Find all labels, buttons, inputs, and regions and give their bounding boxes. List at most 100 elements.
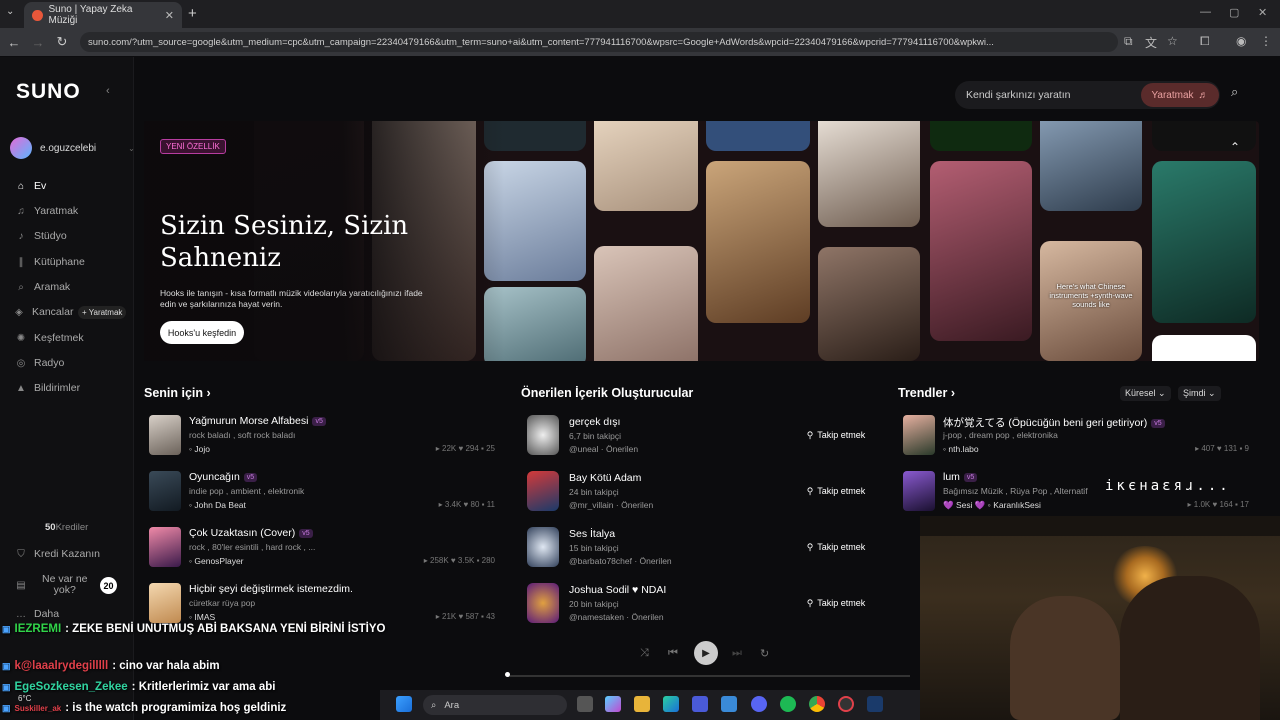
discord-icon[interactable] [751, 696, 767, 712]
shuffle-icon[interactable]: ⤨ [640, 647, 649, 660]
search-icon: ⌕ [431, 699, 437, 711]
song-title[interactable]: Hiçbir şeyi değiştirmek istemezdim. [189, 583, 353, 595]
windows-start-icon[interactable] [396, 696, 412, 712]
extensions-icon[interactable]: ⧠ [1200, 34, 1210, 49]
creator-avatar[interactable] [527, 415, 559, 455]
back-icon[interactable]: ← [2, 35, 26, 50]
tab-list-icon[interactable]: ⌄ [6, 6, 14, 17]
song-title[interactable]: 体が覚えてる (Öpücüğün beni geri getiriyor) v5 [943, 415, 1165, 430]
sidebar-item-library[interactable]: ∥ Kütüphane [16, 253, 85, 271]
progress-handle[interactable] [505, 672, 510, 677]
maximize-icon[interactable]: ▢ [1229, 6, 1239, 19]
song-title[interactable]: lum v5 [943, 471, 978, 483]
song-title[interactable]: Yağmurun Morse Alfabesi v5 [189, 415, 326, 427]
browser-tab[interactable]: Suno | Yapay Zeka Müziği ✕ [24, 2, 182, 28]
creator-name[interactable]: Bay Kötü Adam [569, 472, 641, 484]
creator-followers: 15 bin takipçi [569, 543, 619, 553]
chrome-icon[interactable] [809, 696, 825, 712]
song-cover[interactable] [149, 471, 181, 511]
hooks-create-badge[interactable]: + Yaratmak [78, 306, 127, 319]
creator-name[interactable]: Joshua Sodil ♥ NDAI [569, 584, 666, 596]
obs-icon[interactable] [838, 696, 854, 712]
song-cover[interactable] [903, 471, 935, 511]
follow-button[interactable]: ⚲ Takip etmek [796, 537, 876, 557]
minimize-icon[interactable]: — [1200, 6, 1211, 18]
creator-avatar[interactable] [527, 527, 559, 567]
app-icon[interactable] [721, 696, 737, 712]
avatar [10, 137, 32, 159]
whats-new-badge: 20 [100, 577, 117, 594]
webcam-overlay [920, 516, 1280, 720]
file-explorer-icon[interactable] [634, 696, 650, 712]
creator-avatar[interactable] [527, 471, 559, 511]
repeat-icon[interactable]: ↻ [760, 647, 769, 660]
sidebar-item-home[interactable]: ⌂ Ev [16, 177, 46, 195]
weather-widget[interactable]: 6°C [18, 694, 31, 703]
song-artist[interactable]: 💜 Sesi 💜 ◦ KaranlıkSesi [943, 500, 1041, 511]
copilot-icon[interactable] [605, 696, 621, 712]
progress-track[interactable] [506, 675, 910, 677]
task-view-icon[interactable] [577, 696, 593, 712]
address-bar[interactable]: suno.com/?utm_source=google&utm_medium=c… [80, 32, 1118, 52]
collapse-sidebar-icon[interactable]: ‹ [106, 85, 110, 97]
user-menu[interactable]: e.oguzcelebi ⌄ [10, 137, 135, 159]
reload-icon[interactable]: ↻ [50, 34, 74, 50]
creator-name[interactable]: gerçek dışı [569, 416, 620, 428]
bookmark-star-icon[interactable]: ☆ [1167, 34, 1178, 48]
sidebar-item-search[interactable]: ⌕ Aramak [16, 278, 70, 296]
chat-user: Suskiller_ak [14, 703, 62, 713]
close-window-icon[interactable]: ✕ [1258, 6, 1267, 19]
sidebar-item-create[interactable]: ♫ Yaratmak [16, 202, 78, 220]
new-tab-button[interactable]: + [188, 5, 197, 22]
trends-heading[interactable]: Trendler › [898, 386, 955, 400]
explore-hooks-button[interactable]: Hooks'u keşfedin [160, 321, 244, 344]
sidebar-item-notifications[interactable]: ▲ Bildirimler [16, 379, 80, 397]
version-badge: v5 [243, 473, 258, 482]
song-artist[interactable]: ◦ nth.labo [943, 444, 979, 454]
time-filter-dropdown[interactable]: Şimdi ⌄ [1178, 386, 1221, 401]
hero-video-tile [1152, 121, 1256, 151]
for-you-heading[interactable]: Senin için › [144, 386, 211, 400]
menu-dots-icon[interactable]: ⋮ [1260, 34, 1272, 48]
song-title[interactable]: Oyuncağın v5 [189, 471, 258, 483]
whats-new-link[interactable]: ▤ Ne var ne yok? [16, 574, 87, 596]
chevron-up-icon[interactable]: ⌃ [1230, 140, 1240, 154]
profile-icon[interactable]: ◉ [1236, 34, 1246, 48]
close-tab-icon[interactable]: ✕ [165, 9, 174, 22]
previous-icon[interactable]: ⏮ [668, 647, 678, 660]
weather-temp: 6°C [18, 694, 32, 703]
suno-logo[interactable]: SUNO [16, 80, 81, 104]
creator-name[interactable]: Ses İtalya [569, 528, 615, 540]
sidebar-item-hooks[interactable]: ◈ Kancalar [14, 303, 73, 321]
next-icon[interactable]: ⏭ [732, 647, 742, 660]
song-artist[interactable]: ◦ Jojo [189, 444, 210, 454]
sidebar-item-explore[interactable]: ✺ Keşfetmek [16, 329, 84, 347]
song-cover[interactable] [149, 415, 181, 455]
translate-icon[interactable]: 文 [1145, 34, 1157, 51]
song-title[interactable]: Çok Uzaktasın (Cover) v5 [189, 527, 313, 539]
store-icon[interactable] [692, 696, 708, 712]
scope-filter-dropdown[interactable]: Küresel ⌄ [1120, 386, 1171, 401]
forward-icon[interactable]: → [26, 35, 50, 50]
follow-button[interactable]: ⚲ Takip etmek [796, 425, 876, 445]
search-icon[interactable]: ⌕ [1231, 84, 1238, 100]
install-icon[interactable]: ⧉ [1124, 34, 1133, 49]
taskbar-search[interactable]: ⌕ Ara [423, 695, 567, 715]
earn-credits-link[interactable]: ⛉ Kredi Kazanın [16, 545, 100, 563]
badge-icon: ▣ [2, 623, 11, 634]
song-artist[interactable]: ◦ GenosPlayer [189, 556, 244, 566]
edge-icon[interactable] [663, 696, 679, 712]
sidebar-item-radio[interactable]: ◎ Radyo [16, 354, 65, 372]
song-cover[interactable] [149, 527, 181, 567]
spotify-icon[interactable] [780, 696, 796, 712]
steam-icon[interactable] [867, 696, 883, 712]
song-cover[interactable] [903, 415, 935, 455]
song-cover[interactable] [149, 583, 181, 623]
song-artist[interactable]: ◦ John Da Beat [189, 500, 246, 510]
create-button[interactable]: Yaratmak ♬ [1141, 83, 1219, 107]
play-button[interactable]: ▶ [694, 641, 718, 665]
follow-button[interactable]: ⚲ Takip etmek [796, 481, 876, 501]
creator-avatar[interactable] [527, 583, 559, 623]
follow-button[interactable]: ⚲ Takip etmek [796, 593, 876, 613]
sidebar-item-studio[interactable]: ♪ Stüdyo [16, 227, 67, 245]
